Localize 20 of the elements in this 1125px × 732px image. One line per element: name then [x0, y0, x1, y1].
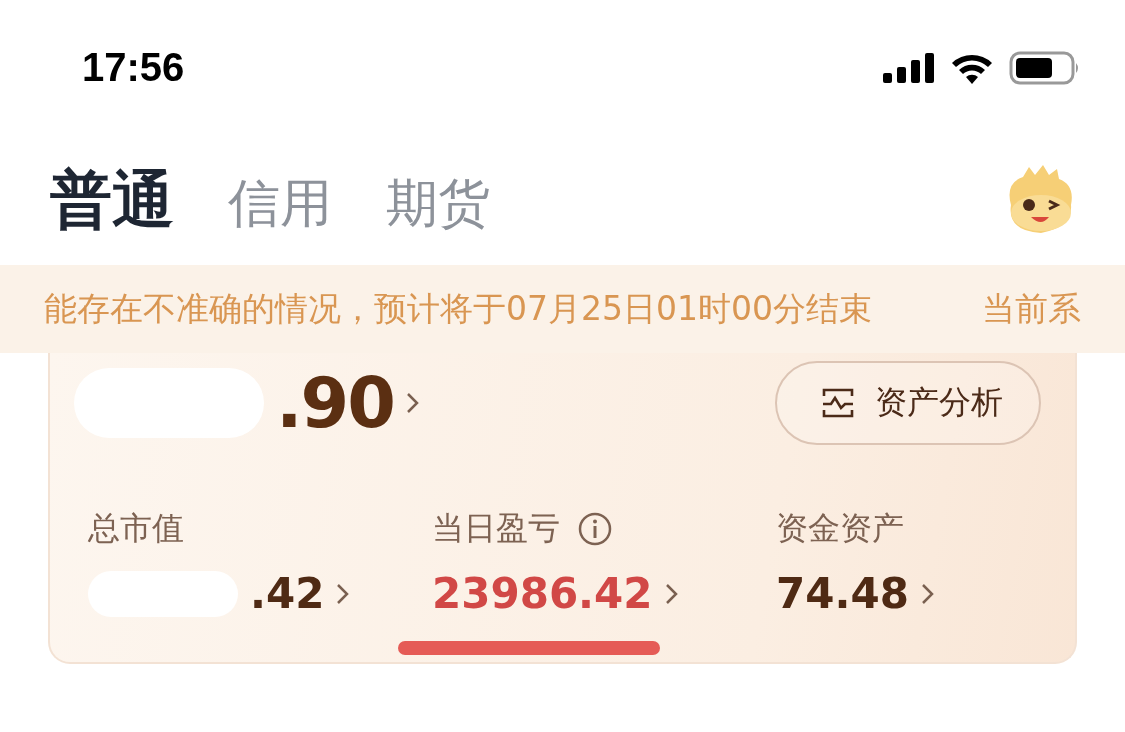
chevron-icon[interactable]: [920, 582, 935, 605]
asset-analysis-button[interactable]: 资产分析: [775, 361, 1041, 445]
total-assets-value: .90: [276, 362, 394, 444]
notice-text: 当前系: [982, 287, 1081, 330]
stat-value: 74.48: [776, 569, 909, 618]
stat-value: .42: [250, 569, 325, 618]
stat-label: 总市值: [88, 508, 184, 549]
stat-label: 当日盈亏: [432, 508, 560, 549]
account-tab[interactable]: 普通: [50, 158, 174, 242]
battery-icon: [1009, 50, 1081, 85]
chevron-icon[interactable]: [336, 582, 351, 605]
signal-icon: [883, 52, 935, 83]
chevron-icon[interactable]: [664, 582, 679, 605]
clock-time: 17:56: [82, 45, 185, 90]
chevron-icon[interactable]: [406, 392, 420, 414]
stat-label: 资金资产: [776, 508, 904, 549]
chart-icon: [821, 386, 855, 420]
info-icon[interactable]: [578, 512, 612, 546]
stat-value: 23986.42: [432, 569, 653, 618]
notice-text: 能存在不准确的情况，预计将于07月25日01时00分结束: [44, 287, 872, 330]
